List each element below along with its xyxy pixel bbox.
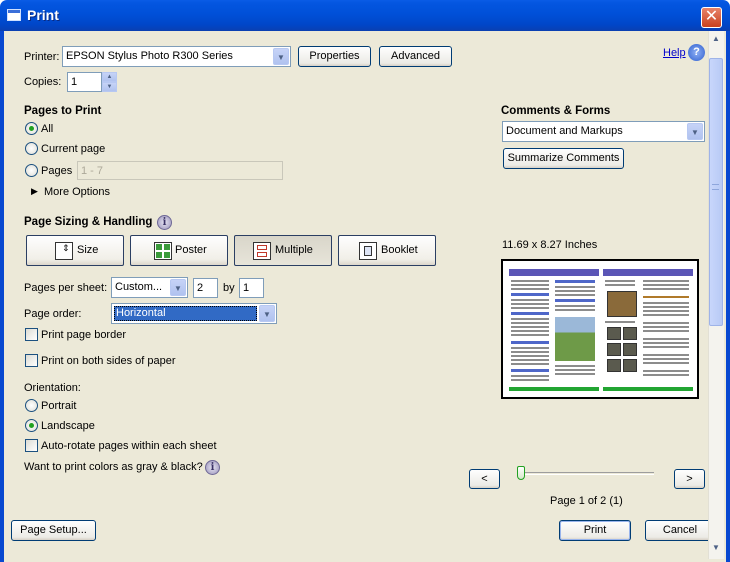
- copies-down-arrow-icon[interactable]: ▼: [102, 82, 117, 92]
- radio-portrait[interactable]: [25, 399, 38, 412]
- pages-range-input[interactable]: 1 - 7: [77, 161, 283, 180]
- comments-value: Document and Markups: [506, 125, 623, 137]
- booklet-icon: [359, 242, 377, 260]
- print-preview: [501, 259, 699, 399]
- advanced-button[interactable]: Advanced: [379, 46, 452, 67]
- poster-button[interactable]: Poster: [130, 235, 228, 266]
- preview-page-2: [603, 269, 693, 391]
- radio-landscape-label[interactable]: Landscape: [41, 420, 95, 432]
- window-icon: [7, 9, 21, 21]
- orientation-heading: Orientation:: [24, 382, 81, 394]
- scroll-up-icon[interactable]: ▲: [709, 32, 723, 46]
- radio-all[interactable]: [25, 122, 38, 135]
- radio-landscape[interactable]: [25, 419, 38, 432]
- radio-all-label[interactable]: All: [41, 123, 53, 135]
- chevron-down-icon: ▼: [259, 305, 275, 322]
- radio-current-page-label[interactable]: Current page: [41, 143, 105, 155]
- gray-print-question: Want to print colors as gray & black?: [24, 461, 203, 473]
- pages-per-sheet-value: Custom...: [115, 281, 163, 293]
- info-icon[interactable]: i: [205, 460, 220, 475]
- size-icon: ⇕: [55, 242, 73, 260]
- page-sizing-heading: Page Sizing & Handling: [24, 216, 153, 228]
- chevron-down-icon: ▼: [273, 48, 289, 65]
- paper-size-label: 11.69 x 8.27 Inches: [502, 239, 598, 251]
- print-border-checkbox[interactable]: [25, 328, 38, 341]
- both-sides-label[interactable]: Print on both sides of paper: [41, 355, 176, 367]
- expand-triangle-icon[interactable]: ▶: [31, 186, 38, 197]
- prev-page-button[interactable]: <: [469, 469, 500, 489]
- pages-per-sheet-select[interactable]: Custom... ▼: [111, 277, 188, 298]
- radio-portrait-label[interactable]: Portrait: [41, 400, 76, 412]
- pages-range-placeholder: 1 - 7: [81, 165, 104, 177]
- rows-value: 1: [243, 282, 250, 294]
- page-order-select[interactable]: Horizontal ▼: [111, 303, 277, 324]
- booklet-button[interactable]: Booklet: [338, 235, 436, 266]
- autorotate-label[interactable]: Auto-rotate pages within each sheet: [41, 440, 217, 452]
- by-label: by: [223, 282, 235, 294]
- radio-pages[interactable]: [25, 164, 38, 177]
- properties-button[interactable]: Properties: [298, 46, 371, 67]
- help-icon[interactable]: ?: [688, 44, 705, 61]
- help-link[interactable]: Help: [663, 47, 686, 59]
- copies-value: 1: [71, 76, 78, 88]
- size-button-label: Size: [77, 244, 99, 256]
- print-button[interactable]: Print: [559, 520, 631, 541]
- summarize-comments-button[interactable]: Summarize Comments: [503, 148, 624, 169]
- page-status: Page 1 of 2 (1): [550, 495, 623, 507]
- printer-label: Printer:: [24, 51, 60, 63]
- scrollbar-thumb[interactable]: [709, 58, 723, 326]
- multiple-button[interactable]: Multiple: [234, 235, 332, 266]
- next-page-button[interactable]: >: [674, 469, 705, 489]
- radio-current-page[interactable]: [25, 142, 38, 155]
- booklet-button-label: Booklet: [381, 244, 418, 256]
- comments-forms-heading: Comments & Forms: [501, 105, 611, 117]
- size-button[interactable]: ⇕ Size: [26, 235, 124, 266]
- page-slider-track[interactable]: [518, 472, 654, 475]
- pages-to-print-heading: Pages to Print: [24, 105, 102, 117]
- window-title: Print: [27, 7, 59, 23]
- printer-select[interactable]: EPSON Stylus Photo R300 Series ▼: [62, 46, 291, 67]
- window-frame-right: [726, 31, 730, 562]
- close-button[interactable]: ✕: [701, 7, 722, 28]
- copies-up-arrow-icon[interactable]: ▲: [102, 72, 117, 82]
- columns-input[interactable]: 2: [193, 278, 218, 298]
- radio-pages-label[interactable]: Pages: [41, 165, 72, 177]
- copies-input[interactable]: 1: [67, 72, 102, 92]
- pages-per-sheet-label: Pages per sheet:: [24, 282, 108, 294]
- columns-value: 2: [197, 282, 204, 294]
- page-slider-thumb[interactable]: [517, 466, 525, 480]
- autorotate-checkbox[interactable]: [25, 439, 38, 452]
- rows-input[interactable]: 1: [239, 278, 264, 298]
- title-bar[interactable]: [0, 0, 730, 31]
- poster-icon: [154, 242, 172, 260]
- printer-value: EPSON Stylus Photo R300 Series: [66, 50, 233, 62]
- multiple-icon: [253, 242, 271, 260]
- chevron-down-icon: ▼: [170, 279, 186, 296]
- cancel-button[interactable]: Cancel: [645, 520, 715, 541]
- multiple-button-label: Multiple: [275, 244, 313, 256]
- scrollbar-grip: [712, 184, 719, 190]
- poster-button-label: Poster: [175, 244, 207, 256]
- chevron-down-icon: ▼: [687, 123, 703, 140]
- print-border-label[interactable]: Print page border: [41, 329, 126, 341]
- scroll-down-icon[interactable]: ▼: [709, 541, 723, 555]
- preview-page-1: [509, 269, 599, 391]
- copies-label: Copies:: [24, 76, 62, 88]
- page-order-label: Page order:: [24, 308, 82, 320]
- both-sides-checkbox[interactable]: [25, 354, 38, 367]
- info-icon[interactable]: i: [157, 215, 172, 230]
- page-setup-button[interactable]: Page Setup...: [11, 520, 96, 541]
- more-options-link[interactable]: More Options: [44, 186, 110, 198]
- page-order-value: Horizontal: [116, 307, 166, 319]
- comments-select[interactable]: Document and Markups ▼: [502, 121, 705, 142]
